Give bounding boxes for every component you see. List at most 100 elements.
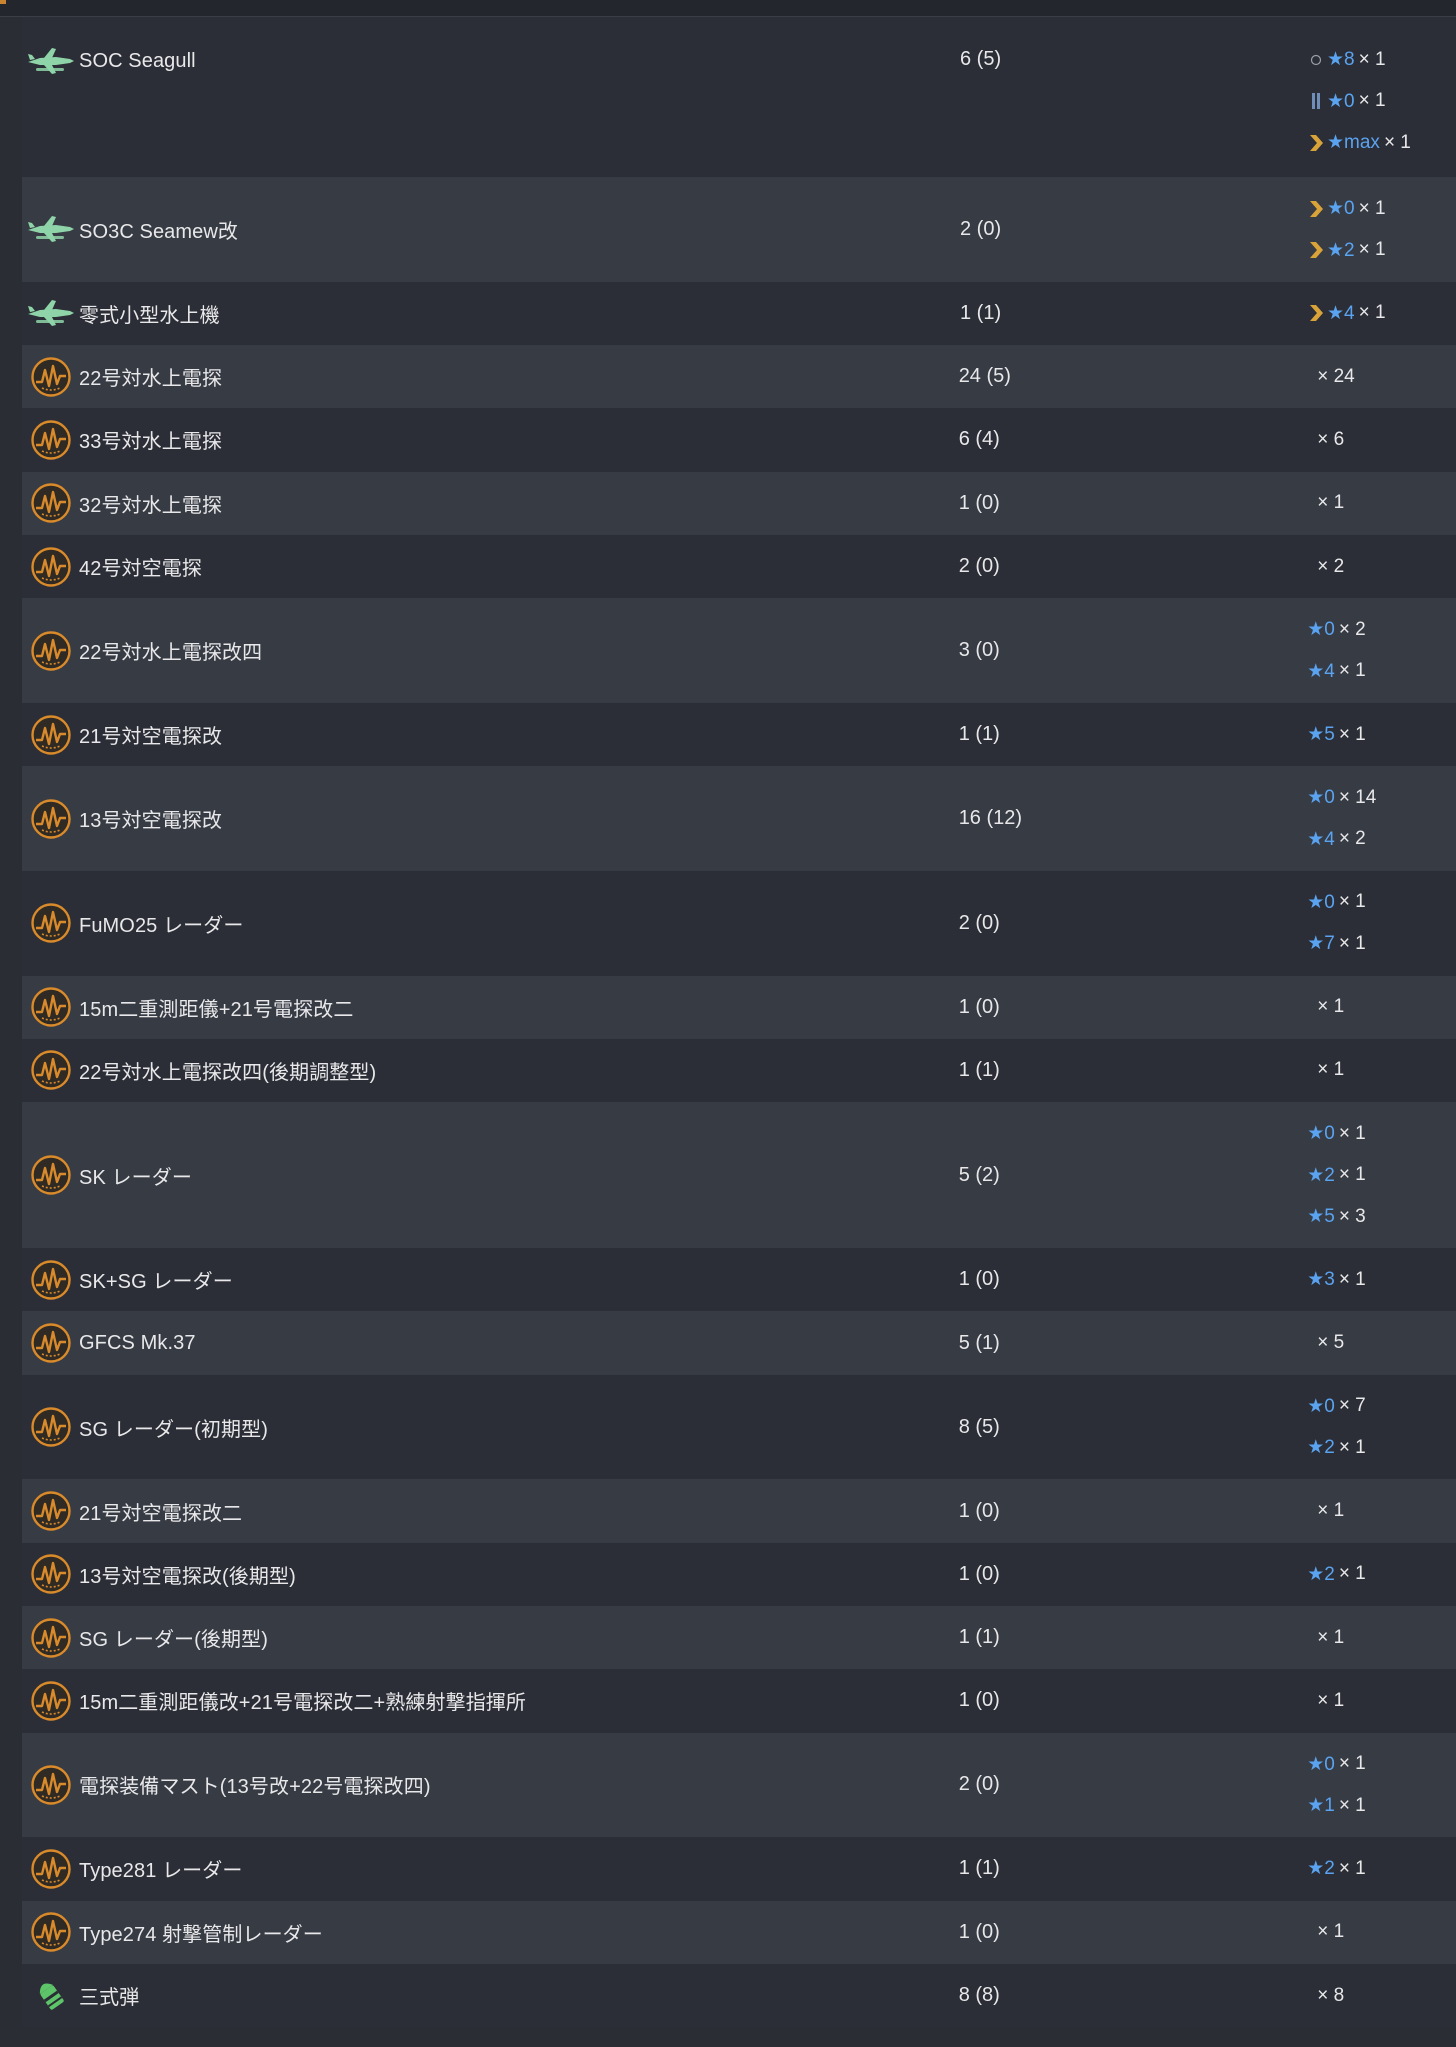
top-toolbar (0, 0, 1456, 17)
equipment-count: 8 (8) (958, 1984, 1000, 2007)
equipment-name: 33号対水上電探 (79, 431, 223, 454)
multiplier: × 14 (1338, 786, 1377, 808)
table-row[interactable]: 15m二重測距儀+21号電探改二 1 (0) × 1 (22, 975, 1456, 1039)
equipment-count: 1 (0) (958, 491, 1000, 514)
table-row[interactable]: SK+SG レーダー 1 (0) ★3 × 1 (22, 1248, 1456, 1312)
table-row[interactable]: SG レーダー(後期型) 1 (1) × 1 (22, 1606, 1456, 1670)
radar-icon (25, 901, 77, 945)
improvement-level: × 1 (1307, 482, 1456, 524)
equipment-count: 3 (0) (958, 639, 1000, 662)
table-row[interactable]: Type274 射撃管制レーダー 1 (0) × 1 (22, 1900, 1456, 1964)
table-row[interactable]: 21号対空電探改 1 (1) ★5 × 1 (22, 702, 1456, 767)
equipment-name-cell: 零式小型水上機 (22, 291, 960, 335)
table-row[interactable]: 21号対空電探改二 1 (0) × 1 (22, 1479, 1456, 1543)
star-level: ★2 (1307, 1164, 1335, 1186)
improvement-level: ★4 × 1 (1307, 651, 1456, 693)
proficiency-chevron-icon (1307, 303, 1325, 323)
equipment-name: 22号対水上電探改四 (79, 642, 263, 665)
star-level: ★0 (1307, 891, 1335, 913)
equipment-count: 1 (0) (958, 1268, 1000, 1291)
equipment-count: 2 (0) (958, 911, 1000, 934)
star-level: ★3 (1307, 1269, 1335, 1291)
equipment-name-cell: 13号対空電探改 (22, 797, 959, 841)
table-row[interactable]: 33号対水上電探 6 (4) × 6 (22, 408, 1456, 472)
multiplier: × 1 (1338, 1436, 1366, 1458)
improvement-levels: × 8 (1305, 1975, 1456, 2017)
multiplier: × 2 (1338, 828, 1366, 850)
table-row[interactable]: GFCS Mk.37 5 (1) × 5 (22, 1311, 1456, 1375)
improvement-levels: ★0 × 1 ★7 × 1 (1305, 882, 1456, 965)
improvement-levels: ★5 × 1 (1305, 714, 1456, 756)
equipment-name: SO3C Seamew改 (79, 220, 239, 243)
equipment-count: 1 (1) (958, 1857, 1000, 1880)
equipment-name-cell: 15m二重測距儀改+21号電探改二+熟練射撃指揮所 (22, 1679, 959, 1723)
multiplier: × 1 (1338, 1268, 1366, 1290)
table-row[interactable]: 42号対空電探 2 (0) × 2 (22, 534, 1456, 599)
equipment-name-cell: SO3C Seamew改 (22, 207, 960, 251)
improvement-levels: × 1 (1305, 1911, 1456, 1953)
table-row[interactable]: Type281 レーダー 1 (1) ★2 × 1 (22, 1837, 1456, 1901)
improvement-level: × 1 (1307, 1911, 1456, 1953)
table-row[interactable]: 22号対水上電探 24 (5) × 24 (22, 344, 1456, 409)
equipment-name: 電探装備マスト(13号改+22号電探改四) (79, 1776, 431, 1799)
table-row[interactable]: SO3C Seamew改 2 (0) ★0 × 1 ★2 × 1 (22, 177, 1456, 282)
table-row[interactable]: SOC Seagull 6 (5) ★8 × 1 ★0 × 1 ★max × 1 (22, 17, 1456, 177)
improvement-level: × 5 (1307, 1322, 1456, 1364)
equipment-count: 2 (0) (958, 1773, 1000, 1796)
shell-icon (25, 1974, 77, 2018)
improvement-level: ★5 × 1 (1307, 714, 1456, 756)
table-row[interactable]: 電探装備マスト(13号改+22号電探改四) 2 (0) ★0 × 1 ★1 × 1 (22, 1732, 1456, 1838)
multiplier: × 5 (1317, 1332, 1345, 1354)
equipment-name-cell: 33号対水上電探 (22, 418, 959, 462)
toolbar-accent (0, 0, 6, 4)
radar-icon (25, 1763, 77, 1807)
multiplier: × 1 (1338, 932, 1366, 954)
improvement-level: ★5 × 3 (1307, 1196, 1456, 1238)
radar-icon (25, 1679, 77, 1723)
equipment-name: SK+SG レーダー (79, 1271, 233, 1294)
table-row[interactable]: 32号対水上電探 1 (0) × 1 (22, 471, 1456, 535)
equipment-count: 1 (1) (960, 301, 1002, 324)
equipment-count: 24 (5) (958, 365, 1011, 388)
star-level: ★0 (1327, 90, 1355, 112)
equipment-name-cell: SG レーダー(初期型) (22, 1405, 959, 1449)
multiplier: × 1 (1338, 1563, 1366, 1585)
multiplier: × 8 (1317, 1984, 1345, 2006)
table-row[interactable]: SK レーダー 5 (2) ★0 × 1 ★2 × 1 ★5 × 3 (22, 1102, 1456, 1249)
equipment-name-cell: SK+SG レーダー (22, 1258, 959, 1302)
multiplier: × 24 (1317, 365, 1355, 387)
improvement-level: × 1 (1307, 1617, 1456, 1659)
table-row[interactable]: 13号対空電探改(後期型) 1 (0) ★2 × 1 (22, 1542, 1456, 1606)
improvement-level: ★0 × 1 (1307, 188, 1456, 230)
table-row[interactable]: 三式弾 8 (8) × 8 (22, 1963, 1456, 2028)
table-row[interactable]: 22号対水上電探改四(後期調整型) 1 (1) × 1 (22, 1038, 1456, 1103)
equipment-count: 1 (1) (958, 723, 1000, 745)
equipment-name: 21号対空電探改二 (79, 1502, 243, 1525)
table-row[interactable]: 零式小型水上機 1 (1) ★4 × 1 (22, 281, 1456, 345)
equipment-name: 三式弾 (79, 1987, 140, 2010)
equipment-name: SG レーダー(初期型) (79, 1418, 268, 1441)
equipment-count: 1 (0) (958, 1562, 1000, 1585)
improvement-level: ★2 × 1 (1307, 1554, 1456, 1596)
improvement-levels: × 6 (1305, 419, 1456, 461)
improvement-levels: × 2 (1305, 546, 1456, 588)
table-row[interactable]: 22号対水上電探改四 3 (0) ★0 × 2 ★4 × 1 (22, 598, 1456, 703)
star-level: ★4 (1307, 660, 1335, 682)
improvement-level: × 8 (1307, 1975, 1456, 2017)
improvement-level: × 1 (1307, 1490, 1456, 1532)
equipment-name-cell: SG レーダー(後期型) (22, 1616, 959, 1660)
equipment-count: 1 (0) (958, 1920, 1000, 1943)
multiplier: × 1 (1338, 1794, 1366, 1816)
table-row[interactable]: FuMO25 レーダー 2 (0) ★0 × 1 ★7 × 1 (22, 870, 1456, 976)
equipment-name: GFCS Mk.37 (79, 1331, 196, 1354)
star-level: ★5 (1307, 1206, 1335, 1228)
equipment-name: SK レーダー (79, 1166, 192, 1189)
multiplier: × 1 (1317, 996, 1345, 1018)
table-row[interactable]: SG レーダー(初期型) 8 (5) ★0 × 7 ★2 × 1 (22, 1374, 1456, 1480)
table-row[interactable]: 13号対空電探改 16 (12) ★0 × 14 ★4 × 2 (22, 766, 1456, 871)
improvement-level: ★2 × 1 (1307, 1848, 1456, 1890)
star-level: ★0 (1307, 619, 1335, 641)
multiplier: × 1 (1358, 90, 1386, 112)
table-row[interactable]: 15m二重測距儀改+21号電探改二+熟練射撃指揮所 1 (0) × 1 (22, 1669, 1456, 1733)
equipment-name-cell: 32号対水上電探 (22, 481, 959, 525)
